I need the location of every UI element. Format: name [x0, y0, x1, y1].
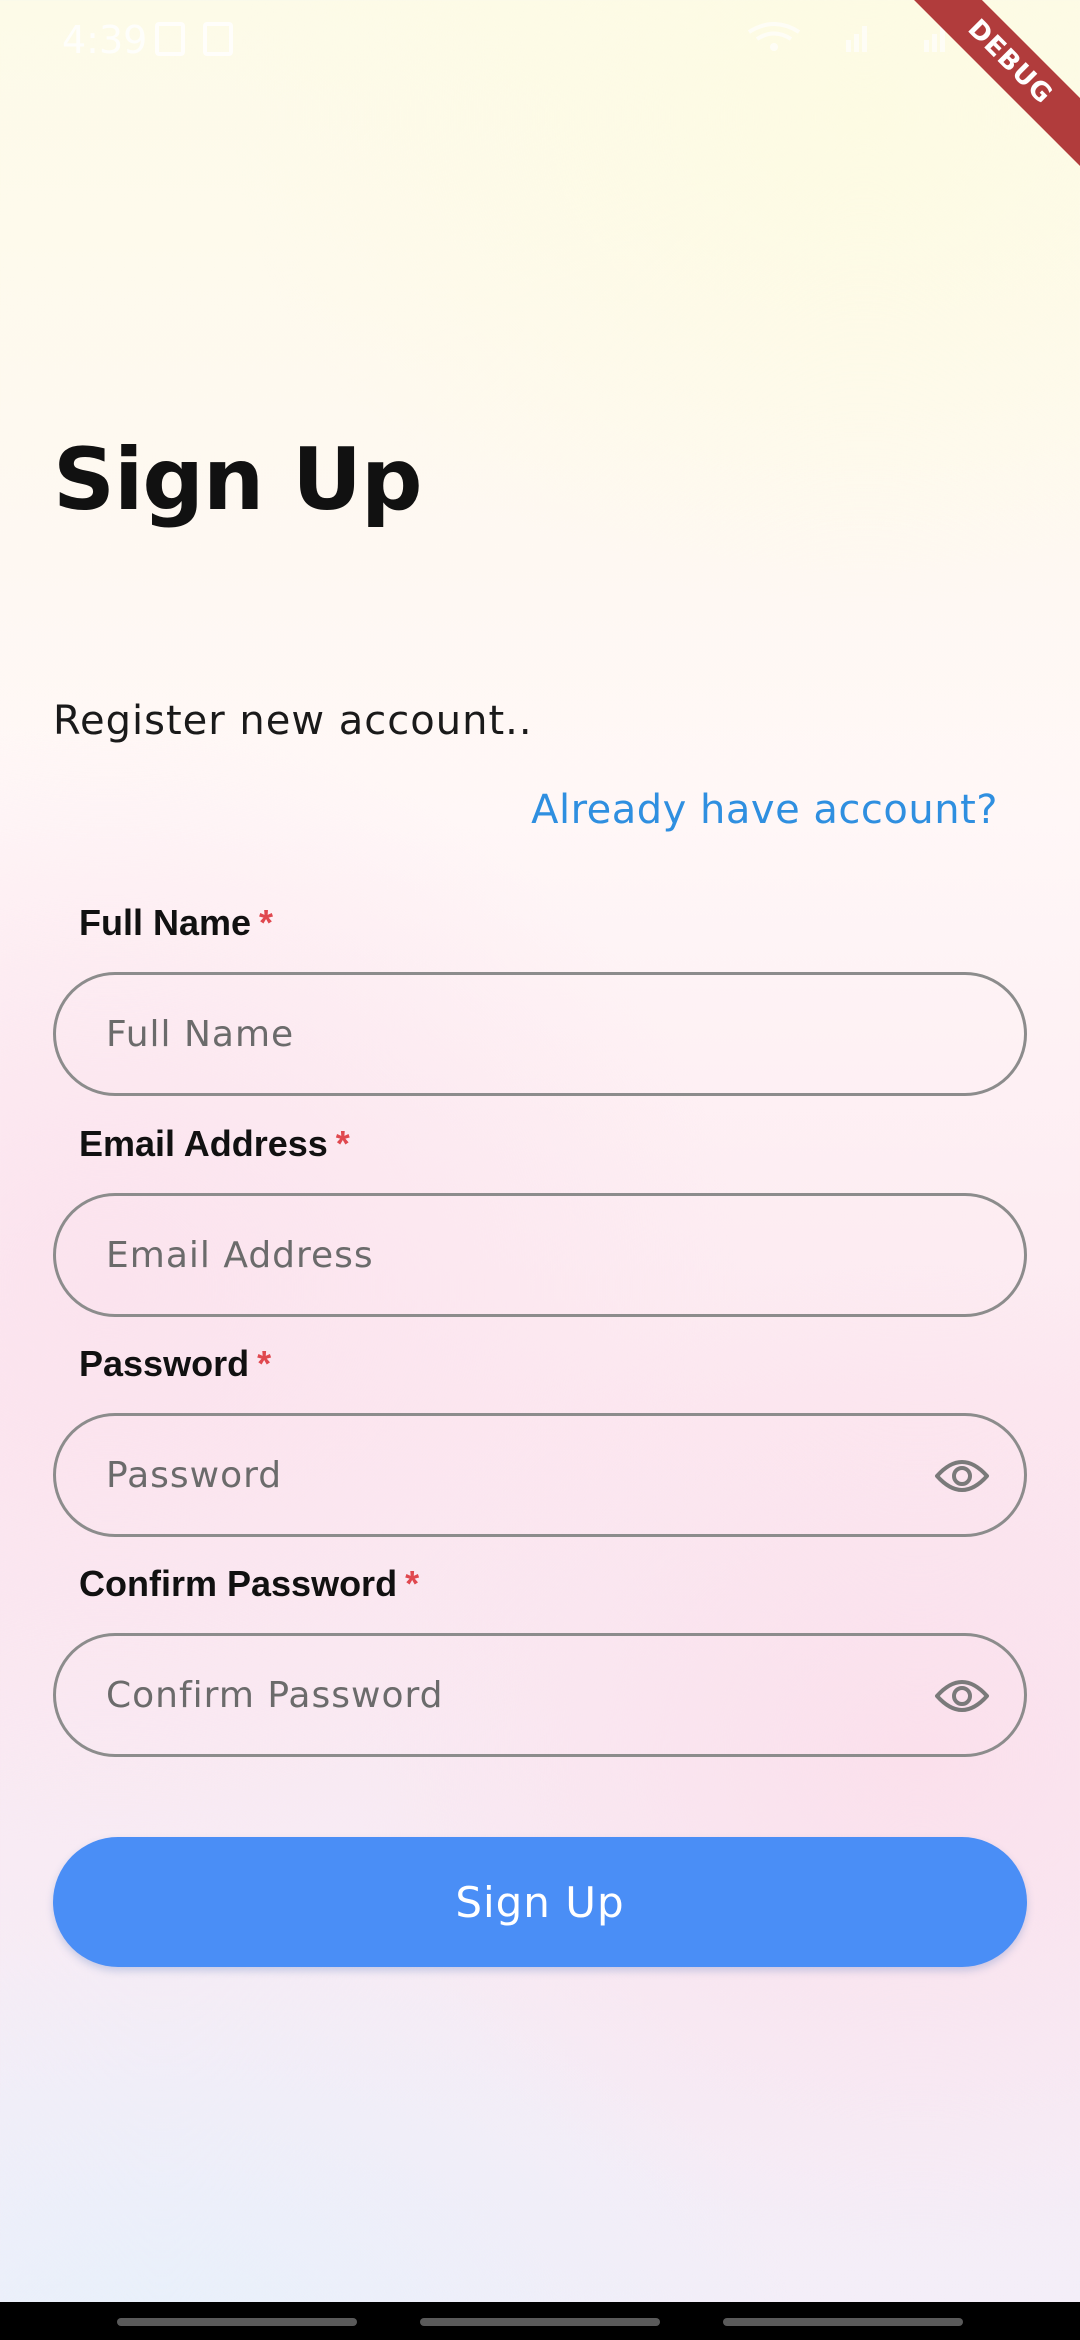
confirm-password-input[interactable]: [106, 1636, 926, 1754]
required-marker: *: [405, 1563, 420, 1604]
password-field[interactable]: [53, 1413, 1027, 1537]
nav-handle[interactable]: [420, 2318, 660, 2326]
eye-icon[interactable]: [934, 1452, 990, 1500]
confirm-password-field[interactable]: [53, 1633, 1027, 1757]
confirm-password-label-text: Confirm Password: [79, 1563, 398, 1604]
full-name-label: Full Name *: [79, 902, 273, 944]
status-indicators: [744, 22, 960, 54]
required-marker: *: [259, 902, 274, 943]
page-subtitle: Register new account..: [53, 698, 533, 744]
nav-handle[interactable]: [723, 2318, 963, 2326]
required-marker: *: [257, 1343, 272, 1384]
email-input[interactable]: [106, 1196, 926, 1314]
email-label: Email Address *: [79, 1123, 350, 1165]
status-time: 4:39: [62, 18, 148, 62]
page-title: Sign Up: [53, 430, 423, 530]
nav-handle[interactable]: [117, 2318, 357, 2326]
android-icon: [203, 22, 233, 56]
password-label: Password *: [79, 1343, 271, 1385]
sign-up-button[interactable]: Sign Up: [53, 1837, 1027, 1967]
full-name-field[interactable]: [53, 972, 1027, 1096]
gallery-icon: [155, 22, 185, 56]
navigation-bar: [0, 2302, 1080, 2340]
eye-icon[interactable]: [934, 1672, 990, 1720]
email-label-text: Email Address: [79, 1123, 328, 1164]
password-input[interactable]: [106, 1416, 926, 1534]
confirm-password-label: Confirm Password *: [79, 1563, 419, 1605]
signal-icon: [846, 26, 867, 52]
full-name-input[interactable]: [106, 975, 926, 1093]
required-marker: *: [335, 1123, 350, 1164]
wifi-icon: [747, 22, 801, 51]
status-bar: 4:39: [0, 0, 1080, 80]
already-have-account-link[interactable]: Already have account?: [531, 787, 998, 833]
email-field[interactable]: [53, 1193, 1027, 1317]
full-name-label-text: Full Name: [79, 902, 252, 943]
password-label-text: Password: [79, 1343, 250, 1384]
